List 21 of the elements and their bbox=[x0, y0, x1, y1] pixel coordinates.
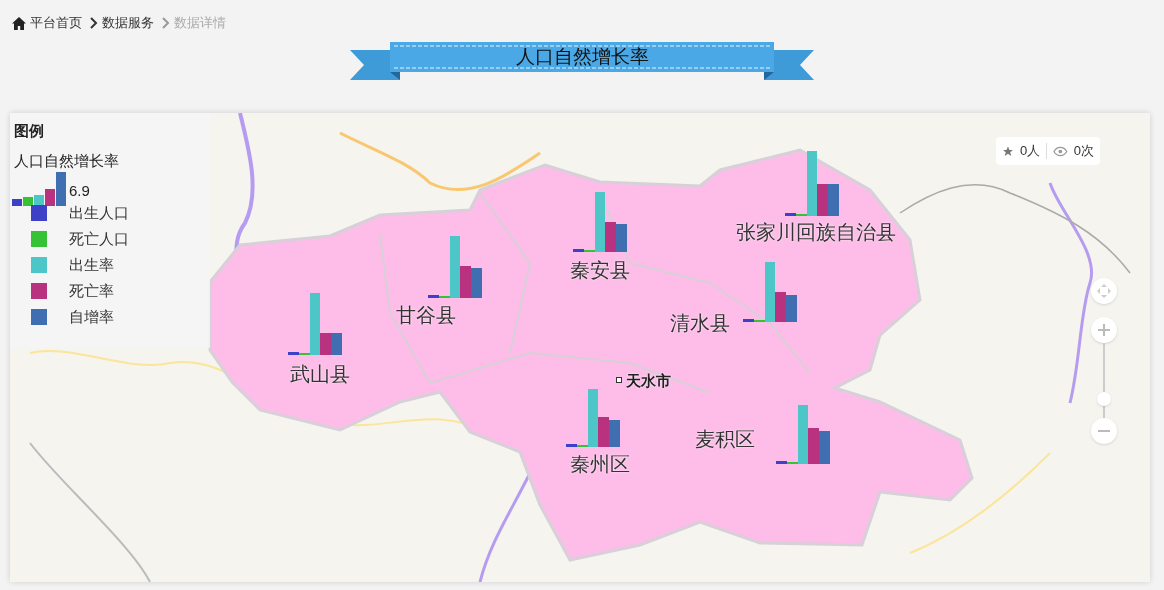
breadcrumb-link[interactable]: 平台首页 bbox=[30, 13, 82, 33]
views-count: 0次 bbox=[1073, 142, 1094, 161]
county-label: 秦州区 bbox=[570, 452, 630, 476]
county-label: 武山县 bbox=[290, 362, 350, 386]
legend-label: 死亡率 bbox=[69, 281, 114, 301]
page-title: 人口自然增长率 bbox=[515, 45, 649, 69]
legend-label: 出生人口 bbox=[69, 203, 129, 223]
county-label: 秦安县 bbox=[570, 258, 630, 282]
county-label: 甘谷县 bbox=[396, 303, 456, 327]
breadcrumb-link[interactable]: 数据服务 bbox=[102, 13, 154, 33]
legend-value: 6.9 bbox=[69, 181, 90, 201]
legend-label: 出生率 bbox=[69, 255, 114, 275]
favorites-count: 0人 bbox=[1019, 142, 1041, 161]
legend-title: 图例 bbox=[14, 121, 44, 141]
county-label: 麦积区 bbox=[695, 427, 755, 451]
legend-label: 自增率 bbox=[69, 307, 114, 327]
legend-subtitle: 人口自然增长率 bbox=[14, 151, 119, 171]
county-label: 清水县 bbox=[670, 311, 730, 335]
legend-label: 死亡人口 bbox=[69, 229, 129, 249]
city-label: 天水市 bbox=[626, 371, 671, 391]
county-label: 张家川回族自治县 bbox=[736, 220, 896, 244]
